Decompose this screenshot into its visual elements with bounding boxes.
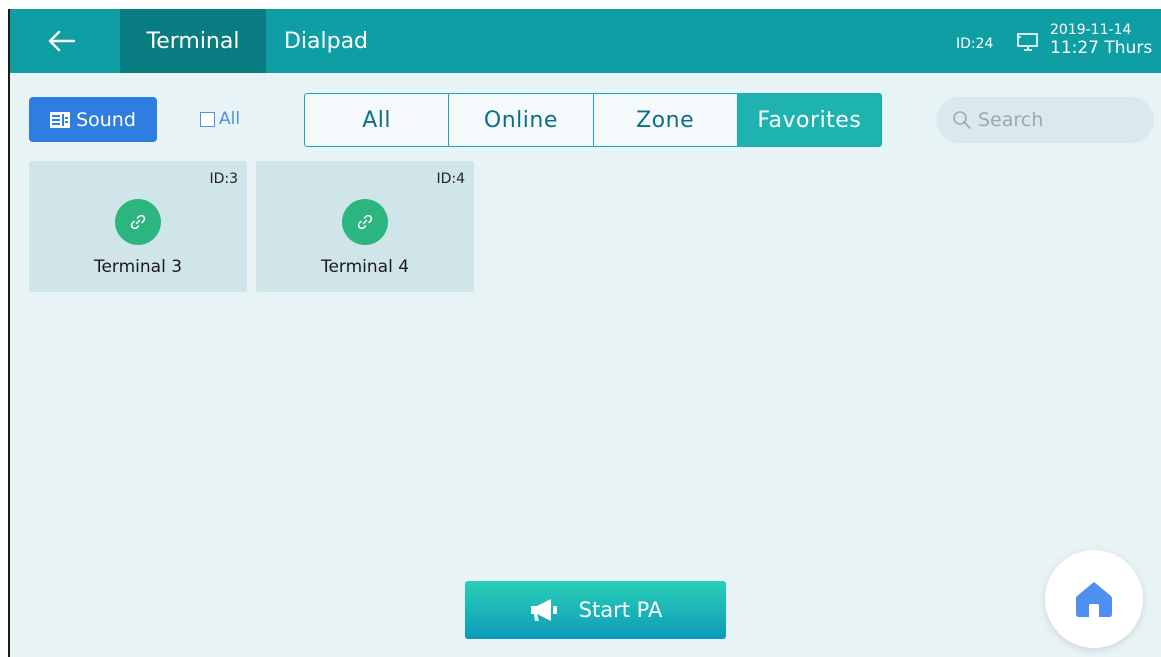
megaphone-icon — [530, 599, 557, 621]
terminal-name: Terminal 3 — [93, 257, 183, 277]
monitor-icon — [1017, 33, 1038, 51]
sound-settings-icon — [50, 111, 71, 128]
arrow-left-icon — [48, 30, 76, 52]
terminal-id: ID:3 — [209, 171, 238, 187]
date-text: 2019-11-14 — [1050, 22, 1132, 38]
search-box[interactable] — [936, 97, 1154, 143]
home-icon — [1076, 582, 1112, 617]
link-icon — [342, 199, 388, 245]
checkbox-square[interactable] — [200, 111, 215, 127]
start-pa-button[interactable]: Start PA — [465, 581, 726, 639]
header-bar: Terminal Dialpad ID:24 2019-11-14 11:27 … — [10, 9, 1161, 73]
app-window: Terminal Dialpad ID:24 2019-11-14 11:27 … — [8, 9, 1161, 657]
terminal-card[interactable]: ID:4 Terminal 4 — [256, 161, 474, 292]
filter-zone[interactable]: Zone — [594, 94, 738, 146]
device-id-label: ID:24 — [956, 36, 994, 52]
time-text: 11:27 Thurs — [1050, 38, 1153, 58]
link-icon — [115, 199, 161, 245]
tab-dialpad[interactable]: Dialpad — [266, 9, 386, 73]
datetime-display: 2019-11-14 11:27 Thurs — [1050, 22, 1161, 58]
terminal-card[interactable]: ID:3 Terminal 3 — [29, 161, 247, 292]
home-button[interactable] — [1045, 550, 1143, 648]
terminal-name: Terminal 4 — [320, 257, 410, 277]
back-button[interactable] — [30, 23, 94, 59]
search-input[interactable] — [978, 109, 1148, 131]
terminal-id: ID:4 — [436, 171, 465, 187]
select-all-checkbox[interactable]: All — [200, 108, 240, 130]
filter-segmented-control: All Online Zone Favorites — [304, 93, 882, 147]
sound-button[interactable]: Sound — [29, 97, 157, 142]
start-pa-label: Start PA — [578, 598, 663, 622]
search-icon — [953, 111, 971, 129]
select-all-label: All — [219, 109, 241, 129]
filter-favorites[interactable]: Favorites — [737, 94, 881, 146]
sound-button-label: Sound — [76, 108, 136, 131]
filter-online[interactable]: Online — [449, 94, 594, 146]
filter-all[interactable]: All — [305, 94, 450, 146]
tab-terminal[interactable]: Terminal — [120, 9, 266, 73]
